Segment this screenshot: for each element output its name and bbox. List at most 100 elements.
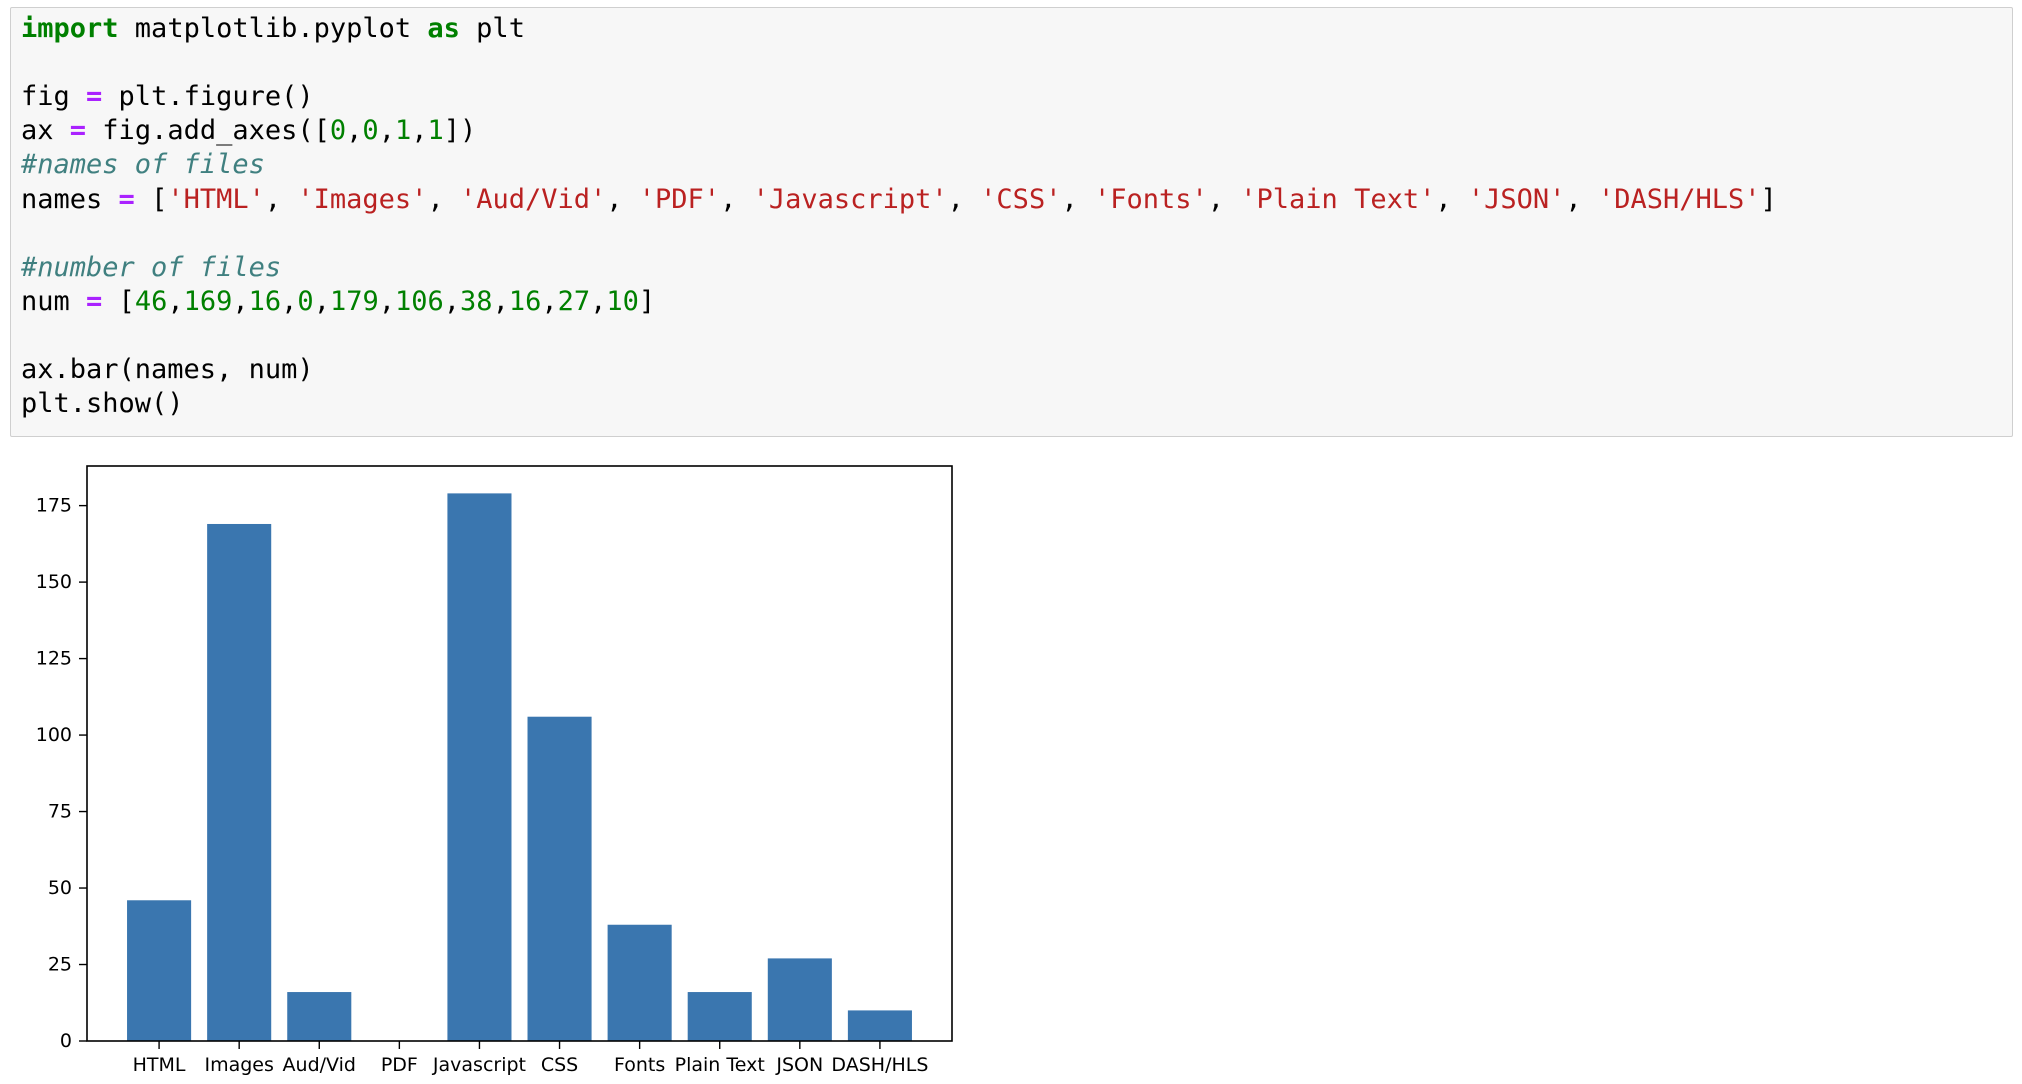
code-token: ax.bar(names, num) (21, 354, 314, 385)
code-line: fig = plt.figure() (21, 80, 314, 114)
x-tick-label: Fonts (614, 1054, 665, 1076)
code-token: 10 (606, 285, 639, 317)
x-axis: HTML Images Aud/Vid PDF Javascript CSS Fonts Pl… (133, 1041, 928, 1076)
x-tick-label: Aud/Vid (283, 1054, 356, 1076)
code-token: plt (459, 13, 525, 44)
bar-chart: 0 25 50 75 100 125 150 175 HTML Images Aud/Vid PDF… (36, 465, 953, 1076)
code-token: , (541, 285, 558, 317)
bar-html (127, 900, 192, 1041)
code-token: 'DASH/HLS' (1597, 183, 1761, 215)
code-cell-input[interactable]: import matplotlib.pyplot as plt fig = plt… (10, 7, 2013, 437)
code-token: ] (638, 285, 656, 317)
code-token: , (1061, 183, 1094, 215)
code-token: ] (1760, 183, 1777, 215)
code-token: 46 (134, 285, 168, 317)
code-token: , (443, 285, 461, 317)
code-line: import matplotlib.pyplot as plt (21, 12, 525, 46)
y-tick-label: 50 (48, 877, 72, 899)
code-token: matplotlib.pyplot (118, 13, 428, 44)
code-token: [ (134, 183, 168, 215)
code-token: 0 (362, 115, 379, 147)
code-token: 'CSS' (980, 183, 1062, 215)
code-line: ax = fig.add_axes([0,0,1,1]) (21, 114, 476, 148)
code-token: = (86, 285, 103, 317)
bar-fonts (607, 924, 672, 1041)
code-token: , (1435, 183, 1468, 215)
y-tick-label: 75 (48, 801, 72, 823)
code-token: , (590, 285, 607, 317)
code-token: 'Plain Text' (1240, 183, 1436, 215)
code-token: 0 (329, 115, 347, 147)
code-token: fig (21, 81, 87, 113)
code-token: #names of files (21, 149, 265, 181)
code-token: [ (102, 285, 135, 317)
code-token: = (86, 81, 103, 113)
code-line: ax.bar(names, num) (21, 353, 314, 387)
code-token: , (1207, 183, 1241, 215)
code-token: names (21, 183, 119, 215)
code-token: 'Fonts' (1093, 183, 1208, 215)
code-token: ]) (443, 115, 477, 147)
x-tick-label: JSON (775, 1054, 823, 1076)
bar-plain-text (687, 992, 752, 1041)
code-token: 0 (297, 285, 314, 317)
code-token: , (606, 183, 639, 215)
code-token: , (346, 115, 363, 147)
code-token: 'Aud/Vid' (459, 183, 607, 215)
code-token: , (281, 285, 298, 317)
y-tick-label: 100 (36, 724, 72, 746)
code-token: 106 (395, 285, 444, 317)
code-token: 'JSON' (1467, 183, 1566, 215)
code-token: 169 (183, 285, 233, 317)
x-tick-label: Images (204, 1054, 273, 1076)
bar-aud-vid (287, 992, 352, 1041)
code-token: , (167, 285, 184, 317)
code-token: , (492, 285, 509, 317)
code-token: plt.show() (21, 388, 184, 420)
code-token: , (232, 285, 249, 317)
code-token: 'Javascript' (752, 183, 948, 215)
code-token: = (69, 115, 87, 147)
code-token: , (378, 115, 395, 147)
x-tick-label: CSS (541, 1054, 578, 1076)
code-token: #number of files (21, 251, 282, 283)
code-token: , (947, 183, 981, 215)
code-token: ax (21, 115, 70, 147)
code-token: , (313, 285, 330, 317)
y-tick-label: 150 (36, 571, 72, 593)
bar-css (527, 716, 592, 1041)
code-token: 1 (394, 115, 412, 147)
code-token: 'PDF' (638, 183, 721, 215)
code-token: 1 (427, 115, 444, 147)
code-token: fig.add_axes([ (86, 115, 330, 147)
code-token: , (1565, 183, 1598, 215)
bar-images (207, 523, 272, 1041)
code-line: names = ['HTML', 'Images', 'Aud/Vid', 'P… (21, 183, 1777, 217)
code-token: 'Images' (297, 183, 428, 215)
code-token: = (118, 183, 135, 215)
x-tick-label: DASH/HLS (831, 1054, 928, 1076)
code-token: , (720, 183, 753, 215)
code-line: num = [46,169,16,0,179,106,38,16,27,10] (21, 285, 655, 319)
code-token: import (21, 13, 119, 44)
x-tick-label: PDF (381, 1054, 418, 1076)
bar-javascript (447, 493, 512, 1041)
code-token: , (427, 183, 460, 215)
code-cell-output: 0 25 50 75 100 125 150 175 HTML Images Aud/Vid PDF… (0, 455, 1000, 1084)
y-tick-label: 125 (36, 648, 72, 670)
code-token: 179 (329, 285, 379, 317)
code-token: 38 (460, 285, 493, 317)
y-tick-label: 0 (60, 1030, 72, 1052)
bar-json (767, 958, 832, 1041)
x-tick-label: HTML (133, 1054, 186, 1076)
code-token: num (21, 285, 87, 317)
y-axis: 0 25 50 75 100 125 150 175 (36, 495, 87, 1052)
code-token: plt.figure() (102, 81, 314, 113)
code-token: 'HTML' (167, 183, 265, 215)
code-token: 16 (508, 285, 542, 317)
code-token: 27 (557, 285, 591, 317)
code-token: 16 (248, 285, 282, 317)
code-token: , (378, 285, 395, 317)
x-tick-label: Javascript (432, 1054, 526, 1076)
code-line: #number of files (21, 251, 281, 285)
